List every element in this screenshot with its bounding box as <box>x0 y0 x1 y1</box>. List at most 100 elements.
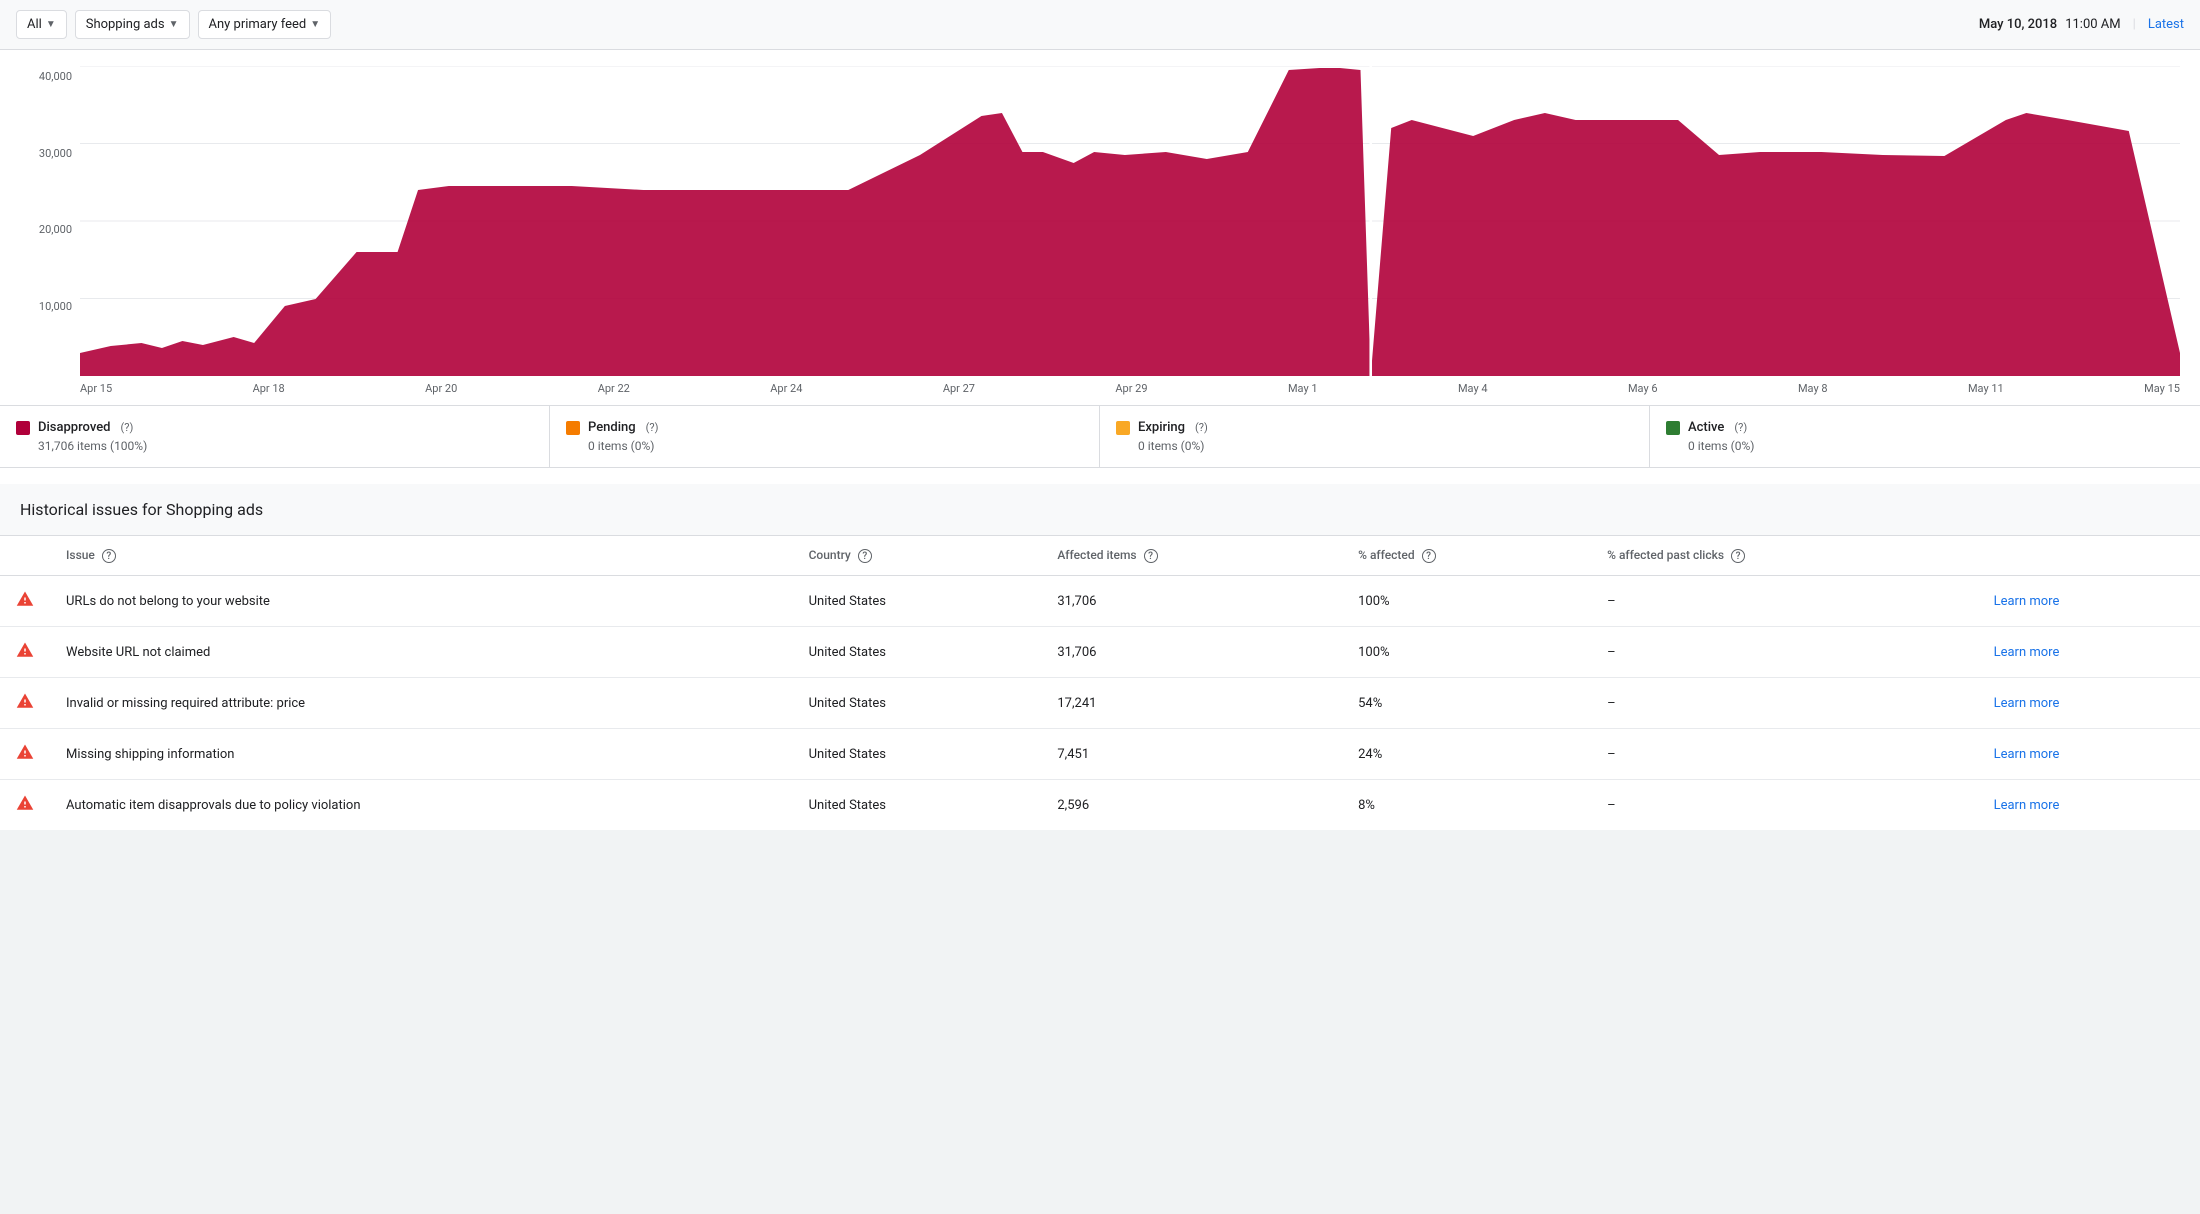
active-title: Active <box>1688 420 1724 435</box>
affected-items-cell: 31,706 <box>1041 576 1342 627</box>
past-clicks-cell: – <box>1591 729 1977 780</box>
y-label-30k: 30,000 <box>39 147 72 160</box>
issue-cell: Website URL not claimed <box>50 627 793 678</box>
legend-expiring: Expiring (?) 0 items (0%) <box>1100 406 1650 467</box>
affected-items-cell: 31,706 <box>1041 627 1342 678</box>
country-cell: United States <box>793 576 1042 627</box>
expiring-value: 0 items (0%) <box>1116 439 1633 453</box>
y-label-10k: 10,000 <box>39 300 72 313</box>
active-help-icon[interactable]: (?) <box>1734 421 1747 434</box>
latest-link[interactable]: Latest <box>2148 17 2184 32</box>
all-dropdown[interactable]: All ▼ <box>16 10 67 39</box>
date-label: May 10, 2018 <box>1979 17 2057 32</box>
th-percent-past-clicks: % affected past clicks ? <box>1591 536 1977 576</box>
time-label: 11:00 AM <box>2065 17 2120 32</box>
th-affected-items: Affected items ? <box>1041 536 1342 576</box>
th-percent-affected: % affected ? <box>1342 536 1591 576</box>
percent-affected-cell: 100% <box>1342 627 1591 678</box>
learn-more-cell: Learn more <box>1978 627 2200 678</box>
learn-more-link[interactable]: Learn more <box>1994 594 2060 609</box>
affected-items-cell: 2,596 <box>1041 780 1342 831</box>
th-issue: Issue ? <box>50 536 793 576</box>
learn-more-link[interactable]: Learn more <box>1994 798 2060 813</box>
primary-feed-chevron-icon: ▼ <box>310 19 320 30</box>
percent-affected-help-icon[interactable]: ? <box>1422 549 1436 563</box>
affected-items-help-icon[interactable]: ? <box>1144 549 1158 563</box>
warning-icon-cell <box>0 780 50 831</box>
issues-section: Historical issues for Shopping ads Issue… <box>0 484 2200 830</box>
warning-icon-cell <box>0 678 50 729</box>
warning-icon <box>16 743 34 761</box>
legend-bar: Disapproved (?) 31,706 items (100%) Pend… <box>0 405 2200 467</box>
x-label-may11: May 11 <box>1968 382 2004 395</box>
legend-disapproved: Disapproved (?) 31,706 items (100%) <box>0 406 550 467</box>
x-label-may8: May 8 <box>1798 382 1828 395</box>
past-clicks-cell: – <box>1591 780 1977 831</box>
issues-table-header: Issue ? Country ? Affected items ? % aff… <box>0 536 2200 576</box>
learn-more-link[interactable]: Learn more <box>1994 645 2060 660</box>
learn-more-link[interactable]: Learn more <box>1994 747 2060 762</box>
disapproved-value: 31,706 items (100%) <box>16 439 533 453</box>
primary-feed-dropdown[interactable]: Any primary feed ▼ <box>198 10 332 39</box>
x-label-apr24: Apr 24 <box>770 382 802 395</box>
expiring-help-icon[interactable]: (?) <box>1195 421 1208 434</box>
filter-right: May 10, 2018 11:00 AM | Latest <box>1979 17 2184 32</box>
filter-bar: All ▼ Shopping ads ▼ Any primary feed ▼ … <box>0 0 2200 50</box>
affected-items-cell: 17,241 <box>1041 678 1342 729</box>
expiring-color-box <box>1116 421 1130 435</box>
past-clicks-cell: – <box>1591 678 1977 729</box>
x-label-apr27: Apr 27 <box>943 382 975 395</box>
warning-icon-cell <box>0 576 50 627</box>
learn-more-cell: Learn more <box>1978 678 2200 729</box>
legend-active: Active (?) 0 items (0%) <box>1650 406 2200 467</box>
issues-table: Issue ? Country ? Affected items ? % aff… <box>0 536 2200 830</box>
pending-help-icon[interactable]: (?) <box>646 421 659 434</box>
past-clicks-cell: – <box>1591 576 1977 627</box>
warning-icon <box>16 641 34 659</box>
issues-header: Historical issues for Shopping ads <box>0 484 2200 536</box>
th-country: Country ? <box>793 536 1042 576</box>
issues-table-body: URLs do not belong to your websiteUnited… <box>0 576 2200 831</box>
x-label-apr22: Apr 22 <box>598 382 630 395</box>
legend-pending: Pending (?) 0 items (0%) <box>550 406 1100 467</box>
issue-cell: URLs do not belong to your website <box>50 576 793 627</box>
filter-left: All ▼ Shopping ads ▼ Any primary feed ▼ <box>16 10 331 39</box>
country-cell: United States <box>793 678 1042 729</box>
learn-more-cell: Learn more <box>1978 576 2200 627</box>
table-row: Automatic item disapprovals due to polic… <box>0 780 2200 831</box>
issue-cell: Automatic item disapprovals due to polic… <box>50 780 793 831</box>
table-row: Missing shipping informationUnited State… <box>0 729 2200 780</box>
issue-help-icon[interactable]: ? <box>102 549 116 563</box>
country-help-icon[interactable]: ? <box>858 549 872 563</box>
past-clicks-help-icon[interactable]: ? <box>1731 549 1745 563</box>
th-learn-more <box>1978 536 2200 576</box>
percent-affected-cell: 54% <box>1342 678 1591 729</box>
y-label-40k: 40,000 <box>39 70 72 83</box>
x-label-apr15: Apr 15 <box>80 382 112 395</box>
learn-more-link[interactable]: Learn more <box>1994 696 2060 711</box>
country-cell: United States <box>793 627 1042 678</box>
disapproved-help-icon[interactable]: (?) <box>120 421 133 434</box>
issues-title: Historical issues for Shopping ads <box>20 500 263 519</box>
separator: | <box>2133 17 2136 32</box>
country-cell: United States <box>793 729 1042 780</box>
issue-cell: Missing shipping information <box>50 729 793 780</box>
x-label-may1: May 1 <box>1288 382 1318 395</box>
active-color-box <box>1666 421 1680 435</box>
x-label-apr18: Apr 18 <box>253 382 285 395</box>
shopping-ads-dropdown[interactable]: Shopping ads ▼ <box>75 10 190 39</box>
pending-value: 0 items (0%) <box>566 439 1083 453</box>
pending-color-box <box>566 421 580 435</box>
chart-area <box>80 68 2180 376</box>
shopping-ads-label: Shopping ads <box>86 17 165 32</box>
percent-affected-cell: 100% <box>1342 576 1591 627</box>
chart-svg <box>80 66 2180 376</box>
past-clicks-cell: – <box>1591 627 1977 678</box>
pending-title: Pending <box>588 420 636 435</box>
warning-icon-cell <box>0 729 50 780</box>
warning-icon <box>16 590 34 608</box>
warning-icon <box>16 692 34 710</box>
percent-affected-cell: 8% <box>1342 780 1591 831</box>
warning-icon <box>16 794 34 812</box>
x-label-may15: May 15 <box>2144 382 2180 395</box>
